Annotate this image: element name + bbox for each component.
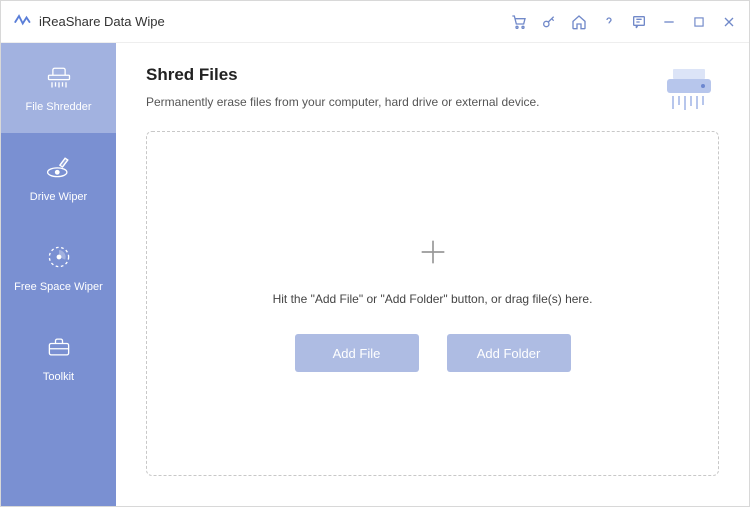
file-dropzone[interactable]: Hit the "Add File" or "Add Folder" butto…	[146, 131, 719, 476]
header-text: Shred Files Permanently erase files from…	[146, 65, 649, 109]
shredder-illustration-icon	[659, 65, 719, 115]
main-content: Shred Files Permanently erase files from…	[116, 43, 749, 506]
minimize-icon[interactable]	[661, 14, 677, 30]
drive-wiper-icon	[45, 153, 73, 181]
free-space-wiper-icon	[45, 243, 73, 271]
key-icon[interactable]	[541, 14, 557, 30]
maximize-icon[interactable]	[691, 14, 707, 30]
file-shredder-icon	[45, 63, 73, 91]
home-icon[interactable]	[571, 14, 587, 30]
titlebar: iReaShare Data Wipe	[1, 1, 749, 43]
app-logo-icon	[13, 13, 31, 31]
page-subtitle: Permanently erase files from your comput…	[146, 95, 649, 109]
app-title: iReaShare Data Wipe	[39, 14, 165, 29]
sidebar-item-label: Drive Wiper	[30, 191, 87, 203]
feedback-icon[interactable]	[631, 14, 647, 30]
app-window: iReaShare Data Wipe	[0, 0, 750, 507]
add-file-button[interactable]: Add File	[295, 334, 419, 372]
add-folder-button[interactable]: Add Folder	[447, 334, 571, 372]
plus-icon	[416, 235, 450, 274]
help-icon[interactable]	[601, 14, 617, 30]
sidebar-item-label: Toolkit	[43, 371, 74, 383]
page-title: Shred Files	[146, 65, 649, 85]
sidebar-item-label: File Shredder	[25, 101, 91, 113]
button-row: Add File Add Folder	[295, 334, 571, 372]
titlebar-left: iReaShare Data Wipe	[13, 13, 165, 31]
sidebar-item-free-space-wiper[interactable]: Free Space Wiper	[1, 223, 116, 313]
sidebar-item-toolkit[interactable]: Toolkit	[1, 313, 116, 403]
sidebar: File Shredder Drive Wiper Free Space Wip…	[1, 43, 116, 506]
sidebar-item-label: Free Space Wiper	[14, 281, 103, 293]
titlebar-controls	[511, 14, 737, 30]
dropzone-hint: Hit the "Add File" or "Add Folder" butto…	[273, 292, 593, 306]
close-icon[interactable]	[721, 14, 737, 30]
body: File Shredder Drive Wiper Free Space Wip…	[1, 43, 749, 506]
page-header: Shred Files Permanently erase files from…	[146, 65, 719, 115]
sidebar-item-file-shredder[interactable]: File Shredder	[1, 43, 116, 133]
sidebar-item-drive-wiper[interactable]: Drive Wiper	[1, 133, 116, 223]
toolkit-icon	[45, 333, 73, 361]
cart-icon[interactable]	[511, 14, 527, 30]
